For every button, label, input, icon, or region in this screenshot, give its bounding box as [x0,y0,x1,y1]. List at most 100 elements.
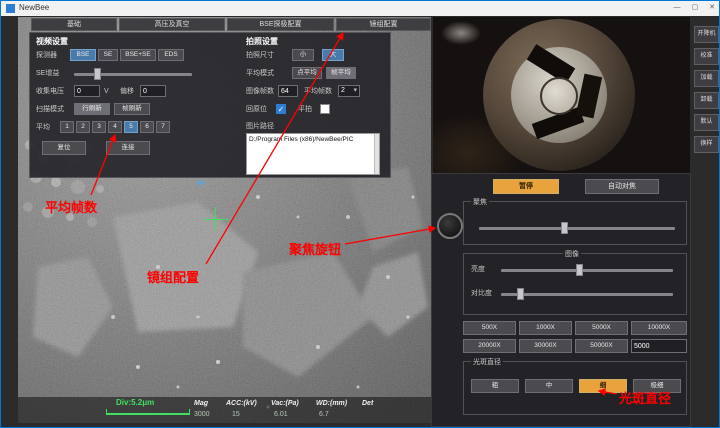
minimize-icon[interactable]: — [669,1,685,15]
mag-1000x-button[interactable]: 1000X [519,321,572,335]
status-header-wd: WD:(mm) [316,398,347,409]
brightness-slider-thumb[interactable] [576,264,583,276]
average-5-button[interactable]: 5 [124,121,138,133]
flat-shot-label: 平拍 [298,104,312,115]
image-group [463,253,687,315]
app-window: NewBee — ▢ ✕ [0,0,720,428]
focus-label: 聚焦 [471,197,489,207]
mag-30000x-button[interactable]: 30000X [519,339,572,353]
brightness-slider[interactable] [501,269,673,272]
connect-button[interactable]: 连接 [106,141,150,155]
image-path-value: D:/Program Files (x86)/NewBee/PIC [247,134,379,145]
mag-50000x-button[interactable]: 50000X [575,339,628,353]
annotation-spot-diameter: 光斑直径 [619,388,671,407]
photo-size-small-button[interactable]: 小 [292,49,314,61]
image-frames-input[interactable] [278,85,298,97]
avg-frames-select[interactable]: 2 ▾ [338,85,360,97]
detector-bse-se-button[interactable]: BSE+SE [120,49,156,61]
return-home-label: 回原位 [246,104,267,115]
average-label: 平均 [36,122,50,133]
contrast-slider-thumb[interactable] [517,288,524,300]
offset-input[interactable] [140,85,166,97]
spot-diameter-label: 光斑直径 [471,357,503,367]
scale-bar [106,409,190,415]
contrast-label: 对比度 [471,288,492,299]
tab-lens-config[interactable]: 镜组配置 [336,18,431,31]
crosshair-v-line [215,207,216,231]
spot-coarse-button[interactable]: 粗 [471,379,519,393]
average-4-button[interactable]: 4 [108,121,122,133]
detector-bse-button[interactable]: BSE [70,49,96,61]
autofocus-button[interactable]: 自动对焦 [585,179,659,194]
scan-frame-refresh-button[interactable]: 帧刷新 [114,103,150,115]
focus-group [463,201,687,245]
mag-5000x-button[interactable]: 5000X [575,321,628,335]
path-box-scrollbar[interactable] [374,134,379,174]
se-gain-slider[interactable] [74,73,192,76]
tab-basic[interactable]: 基础 [31,18,117,31]
status-header-det: Det [362,398,373,409]
focus-knob[interactable] [437,213,463,239]
average-1-button[interactable]: 1 [60,121,74,133]
pause-button[interactable]: 暂停 [493,179,559,194]
spot-medium-button[interactable]: 中 [525,379,573,393]
se-gain-label: SE增益 [36,68,59,79]
average-6-button[interactable]: 6 [140,121,154,133]
focus-slider[interactable] [479,227,675,230]
brightness-label: 亮度 [471,264,485,275]
default-button[interactable]: 默认 [694,114,719,131]
tab-hv-vacuum[interactable]: 高压及真空 [119,18,225,31]
change-sample-button[interactable]: 换样 [694,136,719,153]
tab-bse-probe-config[interactable]: BSE探极配置 [227,18,334,31]
offset-label: 偏移 [120,86,134,97]
frame-average-button[interactable]: 帧平均 [326,67,356,79]
close-icon[interactable]: ✕ [704,1,720,15]
calibrate-button[interactable]: 校准 [694,48,719,65]
average-3-button[interactable]: 3 [92,121,106,133]
chamber-camera-view [433,17,690,173]
photo-size-large-button[interactable]: 大 [322,49,344,61]
scan-line-refresh-button[interactable]: 行刷新 [74,103,110,115]
image-path-box[interactable]: D:/Program Files (x86)/NewBee/PIC [246,133,380,175]
status-value-vac: 6.01 [274,409,288,420]
status-header-vac: Vac:(Pa) [271,398,299,409]
mag-20000x-button[interactable]: 20000X [463,339,516,353]
reset-button[interactable]: 复位 [42,141,86,155]
voltage-unit-label: V [104,86,109,97]
flat-shot-checkbox[interactable] [320,104,330,114]
detector-se-button[interactable]: SE [98,49,118,61]
detector-eds-button[interactable]: EDS [158,49,184,61]
maximize-icon[interactable]: ▢ [687,1,703,15]
stage-lift-button[interactable]: 开降机 [694,26,719,43]
point-average-button[interactable]: 点平均 [292,67,322,79]
focus-slider-thumb[interactable] [561,222,568,234]
camera-foreground-blur [433,113,523,173]
contrast-slider[interactable] [501,293,673,296]
image-group-label: 图像 [563,249,581,259]
collect-voltage-input[interactable] [74,85,100,97]
title-bar: NewBee — ▢ ✕ [1,1,720,16]
mag-500x-button[interactable]: 500X [463,321,516,335]
chevron-down-icon: ▾ [353,86,357,96]
image-frames-label: 图像帧数 [246,86,274,97]
annotation-focus-knob: 聚焦旋钮 [289,239,341,258]
status-bar: Div:5.2μm Mag ACC:(kV) Vac:(Pa) WD:(mm) … [18,397,431,423]
settings-overlay-panel: 视频设置 探测器 BSE SE BSE+SE EDS SE增益 收集电压 V 偏… [29,32,391,178]
detector-label: 探测器 [36,50,57,61]
pan-icon[interactable]: ✛ [196,177,205,190]
photo-size-label: 拍照尺寸 [246,50,274,61]
load-button[interactable]: 加载 [694,70,719,87]
se-gain-slider-thumb[interactable] [94,68,101,80]
photo-settings-title: 拍照设置 [246,36,278,47]
mag-10000x-button[interactable]: 10000X [631,321,687,335]
image-path-label: 图片路径 [246,121,274,132]
annotation-lens-config: 镜组配置 [147,267,199,286]
avg-frames-value: 2 [341,87,345,94]
mag-custom-input[interactable] [631,339,687,353]
annotation-avg-frames: 平均帧数 [45,197,97,216]
camera-highlight [441,21,481,45]
return-home-checkbox[interactable]: ✓ [276,104,286,114]
average-7-button[interactable]: 7 [156,121,170,133]
average-2-button[interactable]: 2 [76,121,90,133]
unload-button[interactable]: 卸载 [694,92,719,109]
